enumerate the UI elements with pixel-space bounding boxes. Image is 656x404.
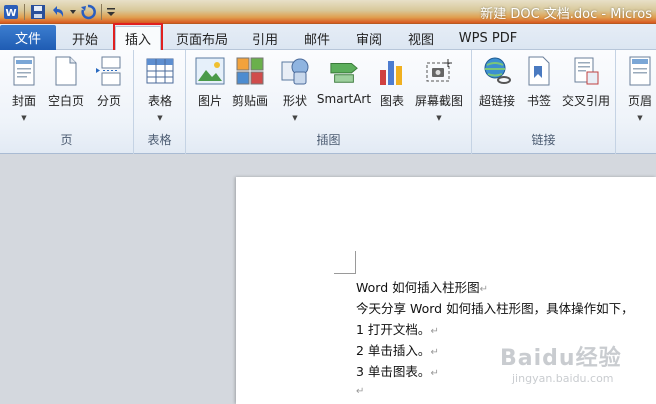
redo-icon[interactable]	[79, 3, 97, 21]
clip-art-button[interactable]: 剪贴画	[230, 56, 270, 109]
doc-line-empty[interactable]: ↵	[356, 382, 364, 397]
clip-art-icon	[235, 56, 265, 86]
bookmark-label: 书签	[526, 94, 551, 108]
shapes-button[interactable]: 形状 ▼	[278, 56, 312, 122]
blank-page-button[interactable]: 空白页	[46, 56, 86, 109]
smartart-label: SmartArt	[316, 92, 372, 106]
table-icon	[145, 56, 175, 86]
header-icon	[625, 56, 655, 86]
table-label: 表格	[147, 94, 172, 108]
screenshot-button[interactable]: 屏幕截图 ▼	[412, 56, 466, 122]
tab-mailings[interactable]: 邮件	[296, 26, 338, 50]
chevron-down-icon: ▼	[21, 114, 27, 122]
save-icon[interactable]	[29, 3, 47, 21]
clip-art-label: 剪贴画	[231, 94, 268, 108]
header-button[interactable]: 页眉 ▼	[624, 56, 656, 122]
tab-wps-pdf[interactable]: WPS PDF	[452, 26, 524, 50]
cover-page-icon	[9, 56, 39, 86]
shapes-label: 形状	[282, 94, 307, 108]
bookmark-button[interactable]: 书签	[522, 56, 556, 109]
qat-separator	[24, 4, 25, 20]
tab-page-layout[interactable]: 页面布局	[170, 26, 234, 50]
customize-qat-icon[interactable]	[106, 3, 116, 21]
doc-line-step-3[interactable]: 3 单击图表。↵	[356, 361, 439, 380]
cover-page-label: 封面	[11, 94, 36, 108]
doc-line-step-1[interactable]: 1 打开文档。↵	[356, 319, 439, 338]
smartart-button[interactable]: SmartArt	[316, 56, 372, 106]
doc-line-title[interactable]: Word 如何插入柱形图↵	[356, 277, 488, 296]
paragraph-mark-icon: ↵	[430, 368, 439, 379]
cross-reference-button[interactable]: 交叉引用	[560, 56, 612, 109]
window-title: 新建 DOC 文档.doc - Micros	[480, 7, 652, 22]
page-break-icon	[94, 56, 124, 86]
header-label: 页眉	[627, 94, 652, 108]
paragraph-mark-icon: ↵	[430, 347, 439, 358]
picture-button[interactable]: 图片	[194, 56, 226, 109]
blank-page-label: 空白页	[47, 94, 84, 108]
ribbon: 封面 ▼ 空白页 分页 页 表格 ▼ 表格 图片 剪贴画 形状 ▼ SmartA…	[0, 50, 656, 154]
cross-reference-icon	[571, 56, 601, 86]
group-links: 超链接 书签 交叉引用 链接	[472, 50, 616, 154]
blank-page-icon	[51, 56, 81, 86]
watermark-main: Baidu经验	[500, 346, 622, 371]
tab-file[interactable]: 文件	[0, 25, 56, 50]
group-label-illustrations: 插图	[316, 133, 341, 147]
hyperlink-label: 超链接	[478, 94, 515, 108]
word-logo-icon[interactable]: W	[2, 3, 20, 21]
screenshot-label: 屏幕截图	[414, 94, 463, 108]
tab-insert[interactable]: 插入	[115, 26, 161, 50]
cover-page-button[interactable]: 封面 ▼	[6, 56, 42, 122]
qat-separator	[101, 4, 102, 20]
cross-reference-label: 交叉引用	[561, 94, 610, 108]
watermark-sub: jingyan.baidu.com	[512, 372, 614, 385]
shapes-icon	[280, 56, 310, 86]
chevron-down-icon: ▼	[292, 114, 298, 122]
svg-text:W: W	[5, 8, 16, 19]
chart-icon	[377, 56, 407, 86]
picture-icon	[195, 56, 225, 86]
group-tables: 表格 ▼ 表格	[134, 50, 186, 154]
tab-view[interactable]: 视图	[400, 26, 442, 50]
smartart-icon	[329, 56, 359, 86]
paragraph-mark-icon: ↵	[430, 326, 439, 337]
doc-line-intro[interactable]: 今天分享 Word 如何插入柱形图，具体操作如下，	[356, 298, 634, 317]
screenshot-icon	[424, 56, 454, 86]
page-break-button[interactable]: 分页	[92, 56, 126, 109]
group-label-links: 链接	[531, 133, 556, 147]
hyperlink-button[interactable]: 超链接	[476, 56, 518, 109]
group-label-pages: 页	[60, 133, 73, 147]
picture-label: 图片	[197, 94, 222, 108]
group-header-footer: 页眉 ▼	[616, 50, 656, 154]
chevron-down-icon: ▼	[157, 114, 163, 122]
bookmark-icon	[524, 56, 554, 86]
paragraph-mark-icon: ↵	[356, 386, 365, 397]
tab-home[interactable]: 开始	[62, 26, 108, 50]
chevron-down-icon: ▼	[436, 114, 442, 122]
page-break-label: 分页	[96, 94, 121, 108]
tab-review[interactable]: 审阅	[348, 26, 390, 50]
group-illustrations: 图片 剪贴画 形状 ▼ SmartArt 图表 屏幕截图 ▼ 插图	[186, 50, 472, 154]
title-bar: W 新建 DOC 文档.doc - Micros	[0, 0, 656, 24]
table-button[interactable]: 表格 ▼	[142, 56, 178, 122]
baidu-watermark: Baidu经验 jingyan.baidu.com	[500, 340, 622, 385]
margin-corner-mark	[334, 272, 356, 274]
hyperlink-icon	[482, 56, 512, 86]
group-label-tables: 表格	[147, 133, 172, 147]
undo-dropdown-icon[interactable]	[69, 3, 77, 21]
doc-line-step-2[interactable]: 2 单击插入。↵	[356, 340, 439, 359]
chart-button[interactable]: 图表	[376, 56, 408, 109]
undo-icon[interactable]	[49, 3, 67, 21]
ribbon-tab-row: 文件 开始 插入 页面布局 引用 邮件 审阅 视图 WPS PDF	[0, 24, 656, 50]
chevron-down-icon: ▼	[637, 114, 643, 122]
group-pages: 封面 ▼ 空白页 分页 页	[0, 50, 134, 154]
chart-label: 图表	[379, 94, 404, 108]
tab-references[interactable]: 引用	[244, 26, 286, 50]
paragraph-mark-icon: ↵	[479, 284, 488, 295]
quick-access-toolbar: W	[2, 2, 116, 22]
margin-corner-mark	[354, 251, 356, 273]
